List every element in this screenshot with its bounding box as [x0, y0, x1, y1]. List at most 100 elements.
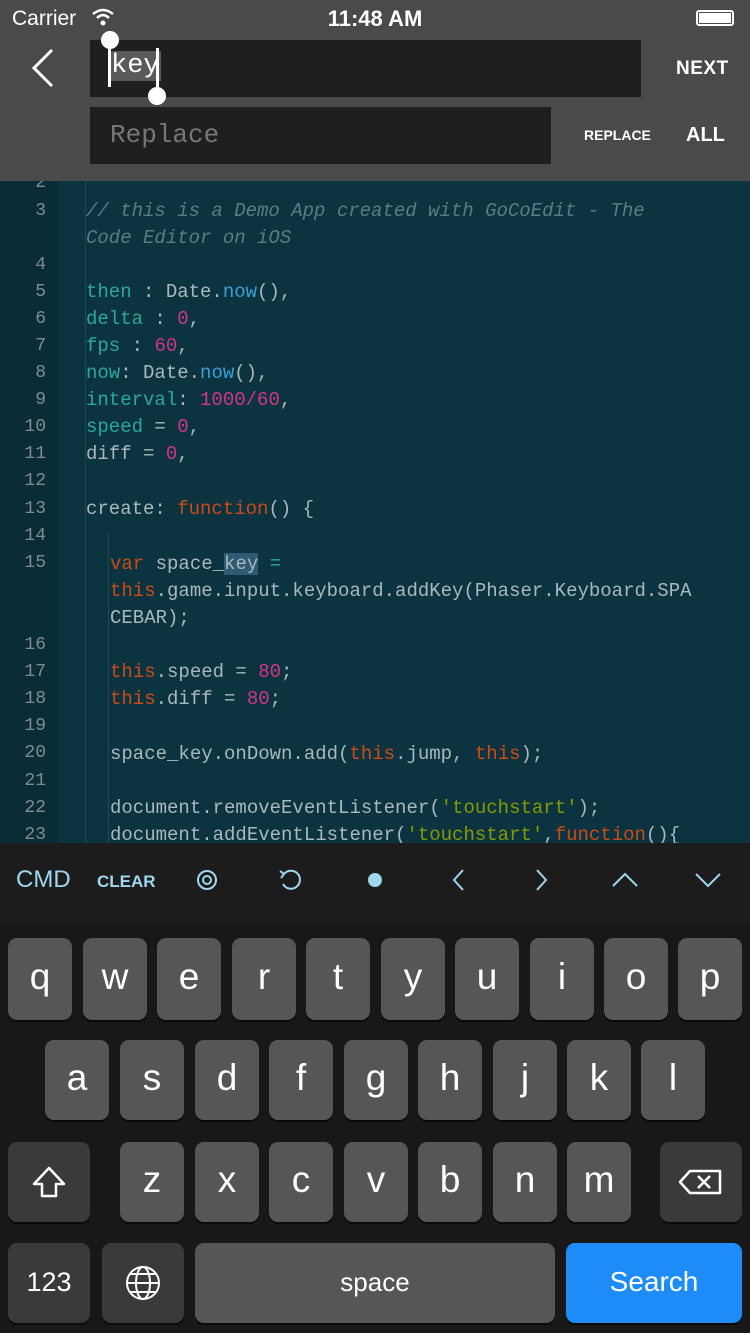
line-number: 6: [35, 309, 46, 329]
space-key[interactable]: space: [195, 1243, 555, 1323]
code-line: create: function() {: [86, 498, 315, 520]
key-g[interactable]: g: [344, 1040, 408, 1120]
line-number: 23: [24, 825, 46, 843]
key-z[interactable]: z: [120, 1142, 184, 1222]
code-line: Code Editor on iOS: [86, 227, 292, 249]
line-number: 4: [35, 255, 46, 275]
key-b[interactable]: b: [418, 1142, 482, 1222]
replace-placeholder: Replace: [110, 120, 220, 150]
code-line: // this is a Demo App created with GoCoE…: [86, 200, 645, 222]
code-line: var space_key =: [110, 553, 282, 575]
line-number: 21: [24, 771, 46, 791]
selection-start-knob[interactable]: [101, 31, 119, 49]
code-line: this.diff = 80;: [110, 688, 282, 710]
line-number: 22: [24, 798, 46, 818]
arrow-up-icon[interactable]: [608, 862, 642, 898]
line-number: 5: [35, 282, 46, 302]
back-chevron-icon[interactable]: [26, 46, 62, 90]
arrow-right-icon[interactable]: [524, 862, 558, 898]
next-button[interactable]: NEXT: [676, 58, 729, 80]
arrow-left-icon[interactable]: [442, 862, 476, 898]
search-key[interactable]: Search: [566, 1243, 742, 1323]
line-number: 8: [35, 363, 46, 383]
code-line: this.speed = 80;: [110, 661, 293, 683]
code-line: interval: 1000/60,: [86, 389, 292, 411]
shift-key[interactable]: [8, 1142, 90, 1222]
key-y[interactable]: y: [381, 938, 445, 1020]
key-u[interactable]: u: [455, 938, 519, 1020]
key-a[interactable]: a: [45, 1040, 109, 1120]
arrow-down-icon[interactable]: [691, 862, 725, 898]
code-line: delta : 0,: [86, 308, 201, 330]
replace-all-button[interactable]: ALL: [686, 124, 725, 147]
code-line: speed = 0,: [86, 416, 201, 438]
key-p[interactable]: p: [678, 938, 742, 1020]
line-number: 16: [24, 635, 46, 655]
selection-start-handle[interactable]: [108, 45, 111, 87]
numbers-key[interactable]: 123: [8, 1243, 90, 1323]
line-number: 18: [24, 689, 46, 709]
key-l[interactable]: l: [641, 1040, 705, 1120]
indent-guide: [108, 533, 109, 843]
code-line: CEBAR);: [110, 607, 190, 629]
backspace-icon: [678, 1169, 722, 1195]
key-s[interactable]: s: [120, 1040, 184, 1120]
key-c[interactable]: c: [269, 1142, 333, 1222]
line-number: 14: [24, 526, 46, 546]
clear-button[interactable]: CLEAR: [97, 872, 156, 892]
cmd-button[interactable]: CMD: [16, 866, 71, 894]
key-d[interactable]: d: [195, 1040, 259, 1120]
globe-key[interactable]: [102, 1243, 184, 1323]
search-match-highlight: key: [224, 553, 259, 575]
replace-button[interactable]: REPLACE: [584, 127, 651, 143]
key-t[interactable]: t: [306, 938, 370, 1020]
key-e[interactable]: e: [157, 938, 221, 1020]
line-number: 17: [24, 662, 46, 682]
selection-end-knob[interactable]: [148, 87, 166, 105]
code-line: fps : 60,: [86, 335, 189, 357]
key-i[interactable]: i: [530, 938, 594, 1020]
key-f[interactable]: f: [269, 1040, 333, 1120]
code-line: document.addEventListener('touchstart',f…: [110, 824, 681, 843]
line-number: 20: [24, 743, 46, 763]
key-v[interactable]: v: [344, 1142, 408, 1222]
key-x[interactable]: x: [195, 1142, 259, 1222]
globe-icon: [126, 1266, 160, 1300]
line-number: 2: [35, 181, 46, 193]
find-replace-bar: Carrier 11:48 AM key NEXT Replace REPLAC…: [0, 0, 750, 181]
find-input-value: key: [110, 51, 161, 81]
line-number: 3: [35, 201, 46, 221]
find-input[interactable]: [90, 40, 641, 97]
delete-key[interactable]: [660, 1142, 742, 1222]
key-o[interactable]: o: [604, 938, 668, 1020]
cursor-dot-icon[interactable]: [358, 862, 392, 898]
line-number: 13: [24, 499, 46, 519]
line-number: 19: [24, 716, 46, 736]
at-sign-icon[interactable]: [190, 862, 224, 898]
code-line: diff = 0,: [86, 443, 189, 465]
key-j[interactable]: j: [493, 1040, 557, 1120]
key-q[interactable]: q: [8, 938, 72, 1020]
code-line: now: Date.now(),: [86, 362, 269, 384]
code-editor[interactable]: 2 3 4 5 6 7 8 9 10 11 12 13 14 15 16 17 …: [0, 181, 750, 843]
code-line: then : Date.now(),: [86, 281, 292, 303]
line-number: 9: [35, 390, 46, 410]
key-h[interactable]: h: [418, 1040, 482, 1120]
undo-icon[interactable]: [274, 862, 308, 898]
line-number: 12: [24, 471, 46, 491]
key-m[interactable]: m: [567, 1142, 631, 1222]
clock: 11:48 AM: [327, 6, 423, 31]
key-r[interactable]: r: [232, 938, 296, 1020]
line-number: 7: [35, 336, 46, 356]
line-number: 11: [24, 444, 46, 464]
code-line: document.removeEventListener('touchstart…: [110, 797, 601, 819]
shift-icon: [32, 1166, 66, 1198]
code-line: space_key.onDown.add(this.jump, this);: [110, 743, 544, 765]
battery-icon: [696, 10, 734, 26]
key-k[interactable]: k: [567, 1040, 631, 1120]
code-line: this.game.input.keyboard.addKey(Phaser.K…: [110, 580, 692, 602]
line-number: 10: [24, 417, 46, 437]
line-number: 15: [24, 553, 46, 573]
key-n[interactable]: n: [493, 1142, 557, 1222]
key-w[interactable]: w: [83, 938, 147, 1020]
